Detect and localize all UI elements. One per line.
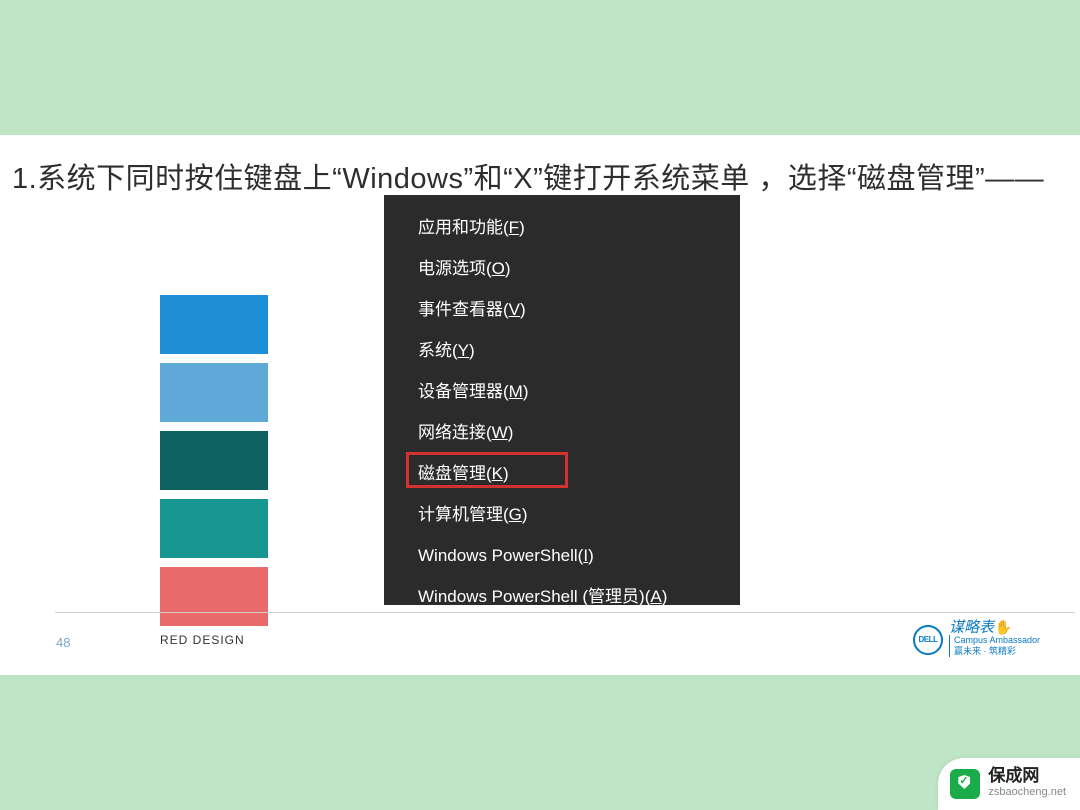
- instruction-text: 1.系统下同时按住键盘上“Windows”和“X”键打开系统菜单 ，选择“磁盘管…: [12, 155, 1080, 197]
- brand-sub2: 赢未来 · 筑精彩: [949, 646, 1040, 657]
- watermark-title: 保成网: [988, 767, 1066, 784]
- menu-item-6[interactable]: 磁盘管理(K): [384, 453, 740, 494]
- dell-branding: DELL 谋略表 ✋ Campus Ambassador 赢未来 · 筑精彩: [913, 622, 1040, 657]
- hand-icon: ✋: [994, 619, 1011, 635]
- design-label: RED DESIGN: [160, 633, 245, 647]
- swatch-1: [160, 295, 268, 354]
- page-number: 48: [56, 635, 70, 650]
- menu-item-3[interactable]: 系统(Y): [384, 330, 740, 371]
- menu-item-1[interactable]: 电源选项(O): [384, 248, 740, 289]
- brand-sub1: Campus Ambassador: [949, 635, 1040, 646]
- dell-logo-icon: DELL: [913, 625, 943, 655]
- menu-item-8[interactable]: Windows PowerShell(I): [384, 535, 740, 576]
- dell-text: 谋略表 ✋ Campus Ambassador 赢未来 · 筑精彩: [949, 622, 1040, 657]
- menu-item-7[interactable]: 计算机管理(G): [384, 494, 740, 535]
- watermark-text: 保成网 zsbaocheng.net: [988, 767, 1066, 801]
- swatch-4: [160, 499, 268, 558]
- menu-item-2[interactable]: 事件查看器(V): [384, 289, 740, 330]
- slide: 1.系统下同时按住键盘上“Windows”和“X”键打开系统菜单 ，选择“磁盘管…: [0, 135, 1080, 675]
- watermark-url: zsbaocheng.net: [988, 784, 1066, 801]
- brand-name: 谋略表: [949, 619, 994, 636]
- winx-menu: 应用和功能(F)电源选项(O)事件查看器(V)系统(Y)设备管理器(M)网络连接…: [384, 195, 740, 605]
- swatch-3: [160, 431, 268, 490]
- menu-item-0[interactable]: 应用和功能(F): [384, 207, 740, 248]
- color-swatches: [160, 295, 268, 635]
- menu-item-5[interactable]: 网络连接(W): [384, 412, 740, 453]
- swatch-2: [160, 363, 268, 422]
- swatch-5: [160, 567, 268, 626]
- menu-item-9[interactable]: Windows PowerShell (管理员)(A): [384, 576, 740, 617]
- shield-check-icon: [950, 769, 980, 799]
- menu-item-4[interactable]: 设备管理器(M): [384, 371, 740, 412]
- watermark: 保成网 zsbaocheng.net: [938, 758, 1080, 810]
- footer-divider: [55, 612, 1075, 613]
